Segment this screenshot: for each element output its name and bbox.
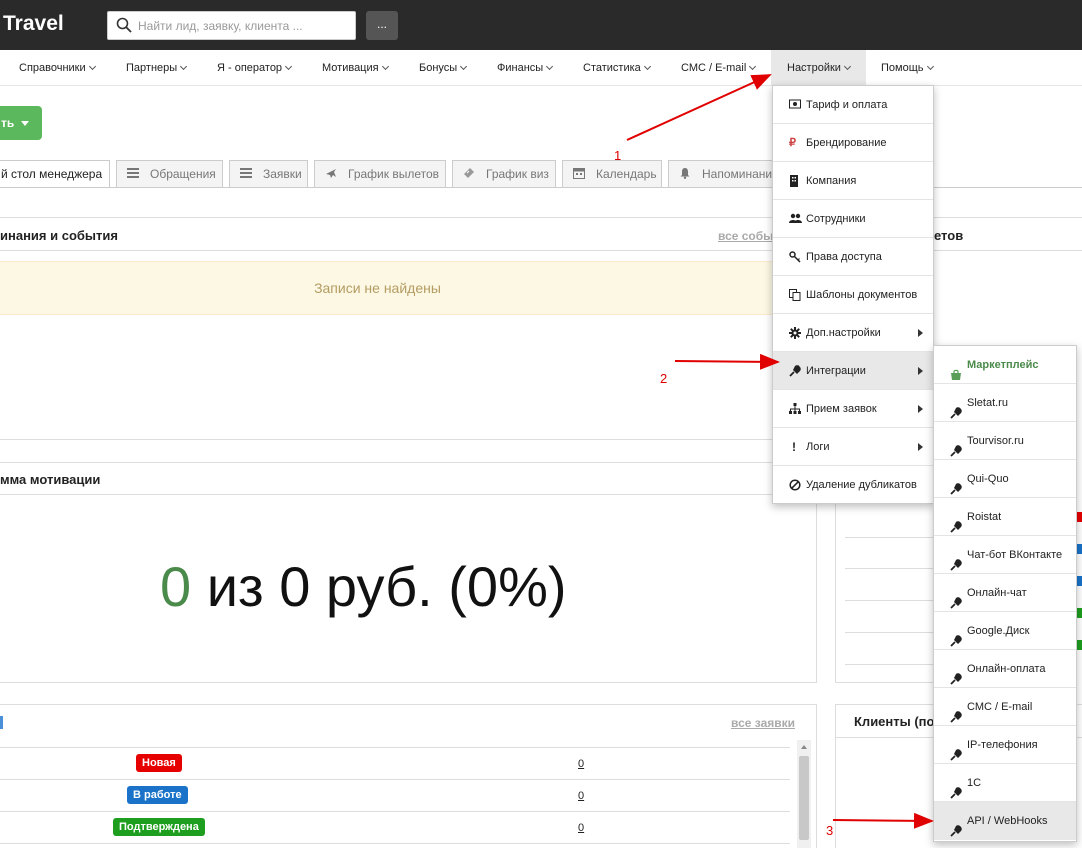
annotation-arrow — [626, 74, 772, 141]
annotation-arrow — [832, 812, 934, 829]
annotation-arrow — [674, 353, 780, 370]
annotation-marker-3: 3 — [826, 823, 834, 838]
annotation-marker-2: 2 — [660, 371, 668, 386]
annotation-marker-1: 1 — [614, 148, 622, 163]
annotation-arrows — [626, 74, 934, 829]
